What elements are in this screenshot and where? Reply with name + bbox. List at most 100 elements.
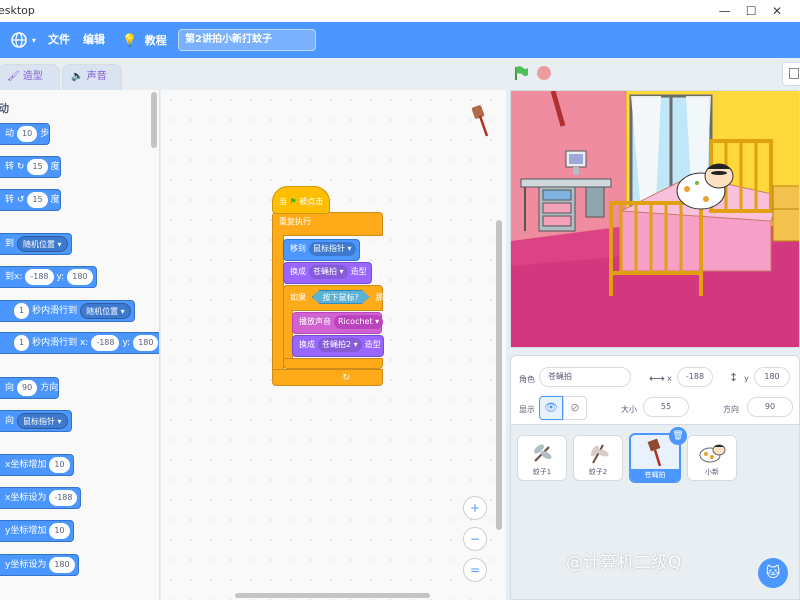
block-change-x[interactable]: x坐标增加 10: [0, 454, 74, 476]
steps-input[interactable]: 10: [17, 125, 38, 142]
block-suffix: 造型: [364, 340, 381, 349]
block-label: 到: [5, 239, 15, 249]
tab-costumes-label: 造型: [22, 71, 43, 82]
goto-mouse-block[interactable]: 移到 鼠标指针 ▾: [283, 239, 360, 261]
if-footer: [283, 358, 383, 369]
block-label: 到x:: [5, 272, 23, 282]
tab-costumes[interactable]: 🖌 造型: [0, 64, 60, 90]
block-label: 动: [5, 129, 15, 139]
show-visible-button[interactable]: 👁: [539, 396, 563, 420]
play-sound-block[interactable]: 播放声音 Ricochet ▾: [292, 312, 384, 334]
language-menu[interactable]: ▾: [10, 22, 36, 58]
dropdown-value: 苍蝇拍2: [322, 340, 352, 349]
rotate-left-icon: ↺: [16, 195, 25, 205]
dropdown-value: 随机位置: [23, 239, 56, 249]
block-move-steps[interactable]: 动 10 步: [0, 123, 51, 145]
hide-button[interactable]: ⊘: [563, 396, 587, 420]
delete-sprite-button[interactable]: 🗑: [669, 427, 687, 445]
mouse-down-condition[interactable]: 按下鼠标?: [312, 290, 370, 304]
y-input[interactable]: 180: [67, 268, 93, 285]
sound-dropdown[interactable]: Ricochet ▾: [334, 315, 384, 329]
palette-scrollbar[interactable]: [151, 92, 157, 148]
stop-icon[interactable]: [536, 65, 552, 81]
tutorials-menu[interactable]: 💡 教程: [122, 22, 167, 58]
secs-input[interactable]: 1: [14, 302, 30, 319]
x-arrow-icon: ⟷: [649, 372, 665, 385]
x-set-input[interactable]: -188: [49, 489, 78, 506]
goto-target-dropdown[interactable]: 随机位置 ▾: [17, 235, 68, 252]
shinchan-icon: [699, 444, 726, 463]
tab-sounds[interactable]: 🔈 声音: [62, 64, 122, 90]
degrees-input[interactable]: 15: [27, 191, 48, 208]
dropdown-value: Ricochet: [338, 317, 373, 326]
block-turn-right[interactable]: 转 ↻ 15 度: [0, 156, 61, 178]
forever-block[interactable]: 重复执行: [272, 212, 383, 236]
script-horizontal-scrollbar[interactable]: [235, 593, 430, 598]
if-block[interactable]: 如果 按下鼠标? 那么: [283, 285, 391, 311]
menu-bar: ▾ 文件 编辑 💡 教程 第2讲拍小新打蚊子: [0, 22, 800, 58]
block-glide-xy[interactable]: 1 秒内滑行到 x: -188 y: 180: [0, 332, 159, 354]
file-menu[interactable]: 文件: [48, 22, 70, 58]
direction-input[interactable]: 90: [17, 379, 38, 396]
window-controls[interactable]: — ☐ ✕: [719, 0, 782, 22]
window-title: esktop: [0, 4, 35, 17]
block-turn-left[interactable]: 转 ↺ 15 度: [0, 189, 61, 211]
block-point-towards[interactable]: 向鼠标指针 ▾: [0, 410, 72, 432]
block-goto-xy[interactable]: 到x: -188 y: 180: [0, 266, 97, 288]
size-label: 大小: [621, 405, 637, 414]
x-input[interactable]: -188: [25, 268, 54, 285]
y-position-input[interactable]: 180: [754, 367, 790, 387]
sprite-tile[interactable]: 小新: [687, 435, 737, 481]
eye-slash-icon: ⊘: [570, 401, 580, 414]
block-goto[interactable]: 到随机位置 ▾: [0, 233, 72, 255]
block-label: y坐标设为: [5, 560, 47, 570]
speaker-icon: 🔈: [71, 71, 84, 82]
sprite-tile-selected[interactable]: 苍蝇拍 🗑: [629, 427, 687, 483]
green-flag-icon[interactable]: [513, 65, 529, 81]
x-label: x: [667, 374, 672, 383]
x-position-input[interactable]: -188: [677, 367, 713, 387]
block-point-direction[interactable]: 向 90 方向: [0, 377, 60, 399]
lightbulb-icon: 💡: [122, 33, 137, 47]
sprite-tile[interactable]: 蚊子2: [573, 435, 623, 481]
zoom-out-button[interactable]: −: [463, 527, 487, 551]
loop-arrow-icon: ↻: [342, 373, 350, 383]
secs-input[interactable]: 1: [14, 334, 30, 351]
block-set-x[interactable]: x坐标设为 -188: [0, 487, 82, 509]
block-glide[interactable]: 1 秒内滑行到 随机位置 ▾: [0, 300, 135, 322]
script-area[interactable]: 重复执行 ↻ 当 ⚑ 被点击 移到 鼠标指针 ▾ 换成 苍蝇拍 ▾ 造型 如果 按下鼠…: [161, 90, 506, 600]
stage-layout-button[interactable]: [782, 62, 800, 86]
y-arrow-icon: ↕: [729, 371, 739, 384]
sprite-name-input[interactable]: 苍蝇拍: [539, 367, 631, 387]
direction-input[interactable]: 90: [747, 397, 793, 417]
costume-dropdown[interactable]: 苍蝇拍 ▾: [309, 265, 348, 279]
goto-dropdown[interactable]: 鼠标指针 ▾: [309, 242, 356, 256]
sprite-list: 蚊子1 蚊子2 苍蝇拍 🗑 小新: [510, 425, 800, 600]
add-sprite-button[interactable]: 🐱: [758, 558, 788, 588]
y-set-input[interactable]: 180: [49, 556, 75, 573]
size-input[interactable]: 55: [643, 397, 689, 417]
switch-costume-block[interactable]: 换成 苍蝇拍 ▾ 造型: [283, 262, 372, 284]
glide-target-dropdown[interactable]: 随机位置 ▾: [80, 302, 131, 319]
costume-dropdown[interactable]: 苍蝇拍2 ▾: [318, 338, 362, 352]
zoom-reset-button[interactable]: =: [463, 558, 487, 582]
degrees-input[interactable]: 15: [27, 158, 48, 175]
y-change-input[interactable]: 10: [49, 522, 70, 539]
sprite-tile[interactable]: 蚊子1: [517, 435, 567, 481]
eye-icon: 👁: [544, 401, 558, 414]
switch-costume2-block[interactable]: 换成 苍蝇拍2 ▾ 造型: [292, 335, 384, 357]
y-input[interactable]: 180: [133, 334, 159, 351]
block-palette[interactable]: 动 动10步 转 ↻15度 转 ↺15度 到随机位置 ▾ 到x:-188y:18…: [0, 90, 160, 600]
dropdown-value: 随机位置: [86, 306, 119, 316]
x-input[interactable]: -188: [91, 334, 120, 351]
project-title-input[interactable]: 第2讲拍小新打蚊子: [178, 29, 316, 51]
towards-dropdown[interactable]: 鼠标指针 ▾: [17, 412, 68, 429]
block-change-y[interactable]: y坐标增加 10: [0, 520, 74, 542]
script-vertical-scrollbar[interactable]: [496, 220, 502, 530]
block-set-y[interactable]: y坐标设为 180: [0, 554, 79, 576]
stage[interactable]: [510, 90, 800, 348]
zoom-in-button[interactable]: +: [463, 496, 487, 520]
block-suffix: 造型: [350, 267, 367, 276]
edit-menu[interactable]: 编辑: [83, 22, 105, 58]
x-change-input[interactable]: 10: [49, 456, 70, 473]
